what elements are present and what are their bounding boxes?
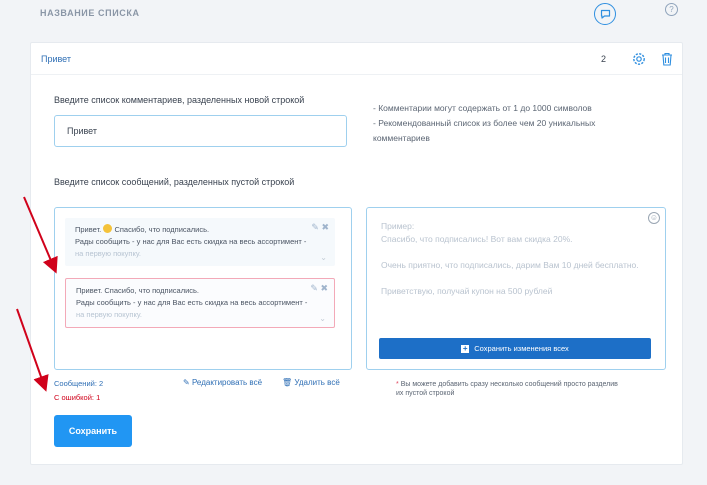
help-icon[interactable]: ? bbox=[665, 3, 678, 16]
emoji-picker-icon[interactable]: ☺ bbox=[648, 212, 660, 224]
save-button[interactable]: Сохранить bbox=[54, 415, 132, 447]
save-all-label: Сохранить изменения всех bbox=[474, 344, 569, 353]
edit-icon[interactable]: ✎ bbox=[310, 283, 318, 293]
message-line: Рады сообщить - у нас для Вас есть скидк… bbox=[76, 298, 308, 307]
message-item[interactable]: Привет. Спасибо, что подписались. Рады с… bbox=[65, 218, 335, 266]
trash-icon: 🗑 bbox=[282, 378, 293, 387]
messages-editor[interactable]: Привет. Спасибо, что подписались. Рады с… bbox=[54, 207, 352, 370]
example-placeholder: Пример: Спасибо, что подписались! Вот ва… bbox=[381, 221, 639, 296]
edit-icon: ✎ bbox=[183, 378, 190, 387]
list-card-header: Привет 2 bbox=[31, 43, 682, 75]
message-greeting: Привет. bbox=[75, 225, 102, 234]
edit-all-link[interactable]: ✎ Редактировать всё bbox=[183, 378, 262, 387]
example-panel: Пример: Спасибо, что подписались! Вот ва… bbox=[366, 207, 666, 370]
comments-tips: - Комментарии могут содержать от 1 до 10… bbox=[373, 101, 633, 146]
tip-item: - Рекомендованный список из более чем 20… bbox=[373, 118, 596, 143]
close-icon[interactable]: ✖ bbox=[320, 283, 328, 293]
list-card: Привет 2 Введите список комментариев, ра… bbox=[30, 42, 683, 465]
close-icon[interactable]: ✖ bbox=[321, 222, 329, 232]
message-tools: ✎ ✖ bbox=[311, 221, 329, 233]
list-name-heading: НАЗВАНИЕ СПИСКА bbox=[40, 8, 140, 18]
tip-item: - Комментарии могут содержать от 1 до 10… bbox=[373, 103, 592, 113]
list-title[interactable]: Привет bbox=[41, 54, 71, 64]
chevron-down-icon[interactable]: ⌄ bbox=[320, 252, 327, 264]
list-count: 2 bbox=[601, 54, 607, 64]
multi-message-hint: * Вы можете добавить сразу несколько соо… bbox=[396, 381, 618, 397]
comments-input[interactable]: Привет bbox=[54, 115, 347, 147]
message-line: на первую покупку. bbox=[75, 249, 141, 258]
chevron-down-icon[interactable]: ⌄ bbox=[319, 313, 326, 325]
comments-label: Введите список комментариев, разделенных… bbox=[54, 95, 305, 105]
message-item-error[interactable]: Привет. Спасибо, что подписались. Рады с… bbox=[65, 278, 335, 328]
errors-count: С ошибкой: 1 bbox=[54, 393, 101, 402]
chat-icon[interactable] bbox=[594, 3, 616, 25]
message-greeting: Привет. bbox=[76, 286, 103, 295]
gear-icon[interactable] bbox=[631, 51, 647, 67]
smile-emoji-icon bbox=[103, 224, 113, 233]
message-line: на первую покупку. bbox=[76, 310, 142, 319]
edit-icon[interactable]: ✎ bbox=[311, 222, 319, 232]
message-line: Рады сообщить - у нас для Вас есть скидк… bbox=[75, 237, 307, 246]
plus-icon: + bbox=[461, 343, 470, 353]
save-all-changes-button[interactable]: + Сохранить изменения всех bbox=[379, 338, 651, 359]
message-tools: ✎ ✖ bbox=[310, 282, 328, 294]
delete-all-link[interactable]: 🗑 Удалить всё bbox=[282, 378, 340, 387]
trash-icon[interactable] bbox=[660, 51, 674, 67]
messages-label: Введите список сообщений, разделенных пу… bbox=[54, 177, 295, 187]
messages-count: Сообщений: 2 bbox=[54, 379, 104, 388]
